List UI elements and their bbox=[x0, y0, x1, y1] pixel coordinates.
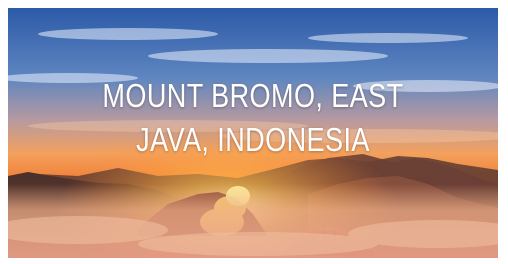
photo-frame: MOUNT BROMO, EAST JAVA, INDONESIA bbox=[8, 8, 498, 258]
caption-line-2: JAVA, INDONESIA bbox=[136, 121, 370, 158]
photo-caption: MOUNT BROMO, EAST JAVA, INDONESIA bbox=[52, 74, 454, 162]
caption-line-1: MOUNT BROMO, EAST bbox=[102, 77, 404, 114]
